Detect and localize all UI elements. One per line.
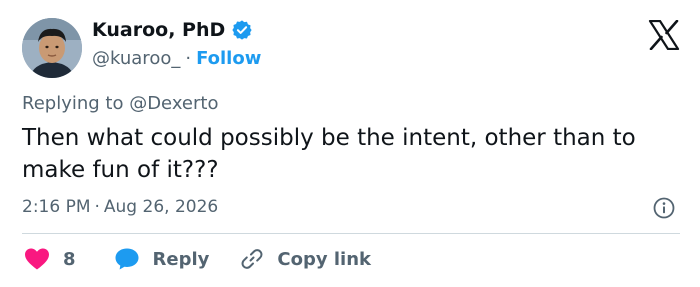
heart-icon	[25, 248, 49, 270]
replying-to-label: Replying to @Dexerto	[22, 93, 219, 114]
like-button[interactable]: 8	[24, 247, 76, 271]
action-bar: 8 Reply Copy link	[24, 246, 371, 272]
verified-badge-icon	[232, 20, 252, 40]
handle-separator: ·	[185, 48, 192, 69]
timestamp-separator: ·	[94, 197, 100, 217]
author-handle-row: @kuaroo_ · Follow	[92, 48, 261, 69]
divider	[22, 233, 680, 234]
speech-bubble-icon	[115, 248, 139, 270]
reply-button[interactable]: Reply	[114, 247, 210, 271]
copy-link-button[interactable]: Copy link	[239, 246, 371, 272]
author-handle[interactable]: @kuaroo_	[92, 48, 180, 69]
link-icon	[241, 249, 263, 269]
copy-link-label: Copy link	[277, 248, 371, 270]
reply-label: Reply	[152, 248, 210, 270]
follow-button[interactable]: Follow	[196, 48, 261, 69]
tweet-text: Then what could possibly be the intent, …	[22, 125, 636, 183]
like-count: 8	[63, 248, 76, 270]
tweet-timestamp[interactable]: 2:16 PM · Aug 26, 2026	[22, 197, 218, 217]
author-name[interactable]: Kuaroo, PhD	[92, 19, 225, 41]
tweet-date: Aug 26, 2026	[103, 197, 219, 217]
author-name-row: Kuaroo, PhD	[92, 19, 253, 41]
avatar[interactable]	[22, 18, 82, 78]
info-icon[interactable]	[652, 196, 676, 220]
tweet-time: 2:16 PM	[22, 197, 91, 217]
x-logo-icon[interactable]	[648, 20, 680, 50]
